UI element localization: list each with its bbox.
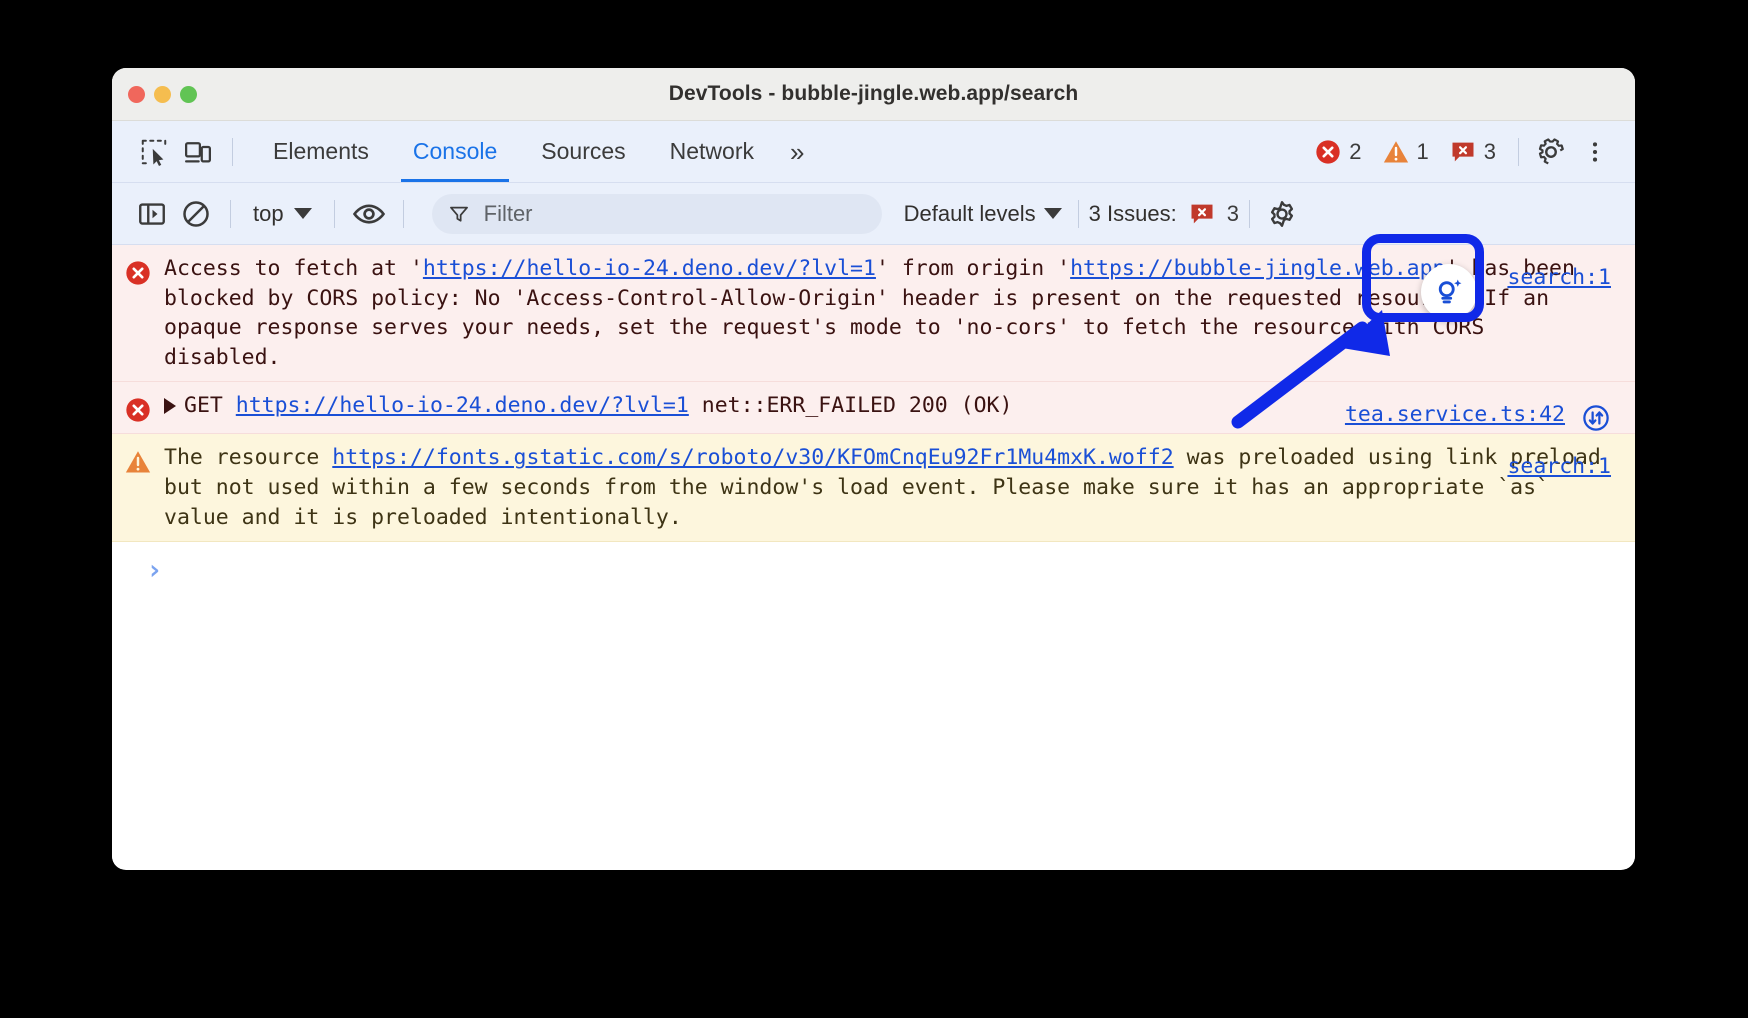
message-part-status: net::ERR_FAILED 200 (OK) bbox=[689, 393, 1013, 418]
issues-link[interactable]: 3 Issues: 3 bbox=[1089, 200, 1239, 228]
tab-network-label: Network bbox=[670, 138, 754, 165]
close-window-button[interactable] bbox=[128, 86, 145, 103]
issue-badge-icon bbox=[1449, 138, 1477, 166]
execution-context-selector[interactable]: top bbox=[243, 197, 322, 231]
issue-counters: 2 1 3 bbox=[1308, 138, 1502, 166]
ai-explain-error-button[interactable] bbox=[1421, 264, 1477, 320]
error-circle-icon bbox=[124, 396, 152, 424]
console-settings-gear-icon bbox=[1267, 199, 1297, 229]
message-level-icon-wrap bbox=[112, 443, 164, 532]
filter-icon bbox=[448, 202, 470, 226]
console-sidebar-icon bbox=[137, 199, 167, 229]
tab-console-label: Console bbox=[413, 138, 497, 165]
console-prompt[interactable]: › bbox=[112, 542, 1635, 584]
issues-count: 3 bbox=[1484, 139, 1496, 165]
network-request-icon bbox=[1581, 403, 1611, 433]
issues-counter[interactable]: 3 bbox=[1443, 138, 1502, 166]
message-level-icon-wrap bbox=[112, 254, 164, 372]
inspect-element-button[interactable] bbox=[132, 130, 176, 174]
kebab-menu-icon bbox=[1582, 139, 1608, 165]
tab-elements-label: Elements bbox=[273, 138, 369, 165]
message-part-text-1: Access to fetch at ' bbox=[164, 256, 423, 281]
zoom-window-button[interactable] bbox=[180, 86, 197, 103]
error-counter[interactable]: 2 bbox=[1308, 138, 1367, 166]
window-traffic-lights bbox=[128, 68, 197, 121]
ai-lightbulb-sparkle-icon bbox=[1432, 275, 1466, 309]
message-source-link[interactable]: tea.service.ts:42 bbox=[1345, 400, 1565, 430]
execution-context-label: top bbox=[253, 201, 284, 227]
chevron-down-icon bbox=[1044, 208, 1062, 219]
error-count: 2 bbox=[1349, 139, 1361, 165]
console-settings-button[interactable] bbox=[1260, 192, 1304, 236]
message-part-method: GET bbox=[184, 393, 236, 418]
message-level-icon-wrap bbox=[112, 391, 164, 424]
toolbar-divider-2 bbox=[1518, 138, 1519, 166]
prompt-chevron-icon: › bbox=[146, 556, 163, 584]
gear-icon bbox=[1536, 137, 1566, 167]
devtools-settings-button[interactable] bbox=[1529, 130, 1573, 174]
minimize-window-button[interactable] bbox=[154, 86, 171, 103]
tab-console[interactable]: Console bbox=[391, 121, 519, 182]
error-circle-icon bbox=[124, 259, 152, 287]
window-title: DevTools - bubble-jingle.web.app/search bbox=[112, 82, 1635, 106]
issues-badge-count: 3 bbox=[1227, 201, 1239, 227]
issues-label: 3 Issues: bbox=[1089, 201, 1177, 227]
clear-console-icon bbox=[181, 199, 211, 229]
error-circle-icon bbox=[1314, 138, 1342, 166]
toolbar-divider bbox=[232, 138, 233, 166]
message-text: GET https://hello-io-24.deno.dev/?lvl=1 … bbox=[164, 391, 1625, 424]
more-tabs-button[interactable]: » bbox=[776, 139, 818, 165]
message-part-text-2: ' from origin ' bbox=[876, 256, 1070, 281]
warning-triangle-icon bbox=[1382, 138, 1410, 166]
message-text: The resource https://fonts.gstatic.com/s… bbox=[164, 443, 1625, 532]
panel-tabs: Elements Console Sources Network » bbox=[251, 121, 818, 182]
tab-sources[interactable]: Sources bbox=[519, 121, 647, 182]
devtools-tab-bar: Elements Console Sources Network » bbox=[112, 121, 1635, 183]
console-toolbar-divider-4 bbox=[1078, 200, 1079, 228]
tab-elements[interactable]: Elements bbox=[251, 121, 391, 182]
devtools-more-options-button[interactable] bbox=[1573, 130, 1617, 174]
message-source-link[interactable]: search:1 bbox=[1507, 452, 1611, 482]
network-request-button[interactable] bbox=[1581, 403, 1611, 433]
message-link-font-url[interactable]: https://fonts.gstatic.com/s/roboto/v30/K… bbox=[332, 445, 1173, 470]
issue-badge-icon bbox=[1188, 200, 1216, 228]
console-toolbar: top Default levels bbox=[112, 183, 1635, 245]
message-source-link[interactable]: search:1 bbox=[1507, 263, 1611, 293]
screenshot-root: DevTools - bubble-jingle.web.app/search bbox=[0, 0, 1748, 1018]
window-title-bar: DevTools - bubble-jingle.web.app/search bbox=[112, 68, 1635, 121]
console-output[interactable]: Access to fetch at 'https://hello-io-24.… bbox=[112, 245, 1635, 869]
filter-field[interactable] bbox=[432, 194, 882, 234]
console-message-error-cors[interactable]: Access to fetch at 'https://hello-io-24.… bbox=[112, 245, 1635, 382]
expand-triangle-icon[interactable] bbox=[164, 398, 176, 414]
console-toolbar-divider-5 bbox=[1249, 200, 1250, 228]
warning-counter[interactable]: 1 bbox=[1376, 138, 1435, 166]
device-toolbar-icon bbox=[183, 137, 213, 167]
log-levels-label: Default levels bbox=[904, 201, 1036, 227]
message-text: Access to fetch at 'https://hello-io-24.… bbox=[164, 254, 1625, 372]
tab-sources-label: Sources bbox=[541, 138, 625, 165]
message-link-request-url[interactable]: https://hello-io-24.deno.dev/?lvl=1 bbox=[236, 393, 689, 418]
console-message-error-get[interactable]: GET https://hello-io-24.deno.dev/?lvl=1 … bbox=[112, 382, 1635, 434]
console-toolbar-divider-3 bbox=[403, 200, 404, 228]
devtools-window: DevTools - bubble-jingle.web.app/search bbox=[112, 68, 1635, 870]
device-toolbar-button[interactable] bbox=[176, 130, 220, 174]
message-link-request-url[interactable]: https://hello-io-24.deno.dev/?lvl=1 bbox=[423, 256, 876, 281]
console-toolbar-divider-1 bbox=[230, 200, 231, 228]
filter-input[interactable] bbox=[482, 200, 866, 228]
console-message-warning-preload[interactable]: The resource https://fonts.gstatic.com/s… bbox=[112, 434, 1635, 542]
message-link-origin-url[interactable]: https://bubble-jingle.web.app bbox=[1070, 256, 1445, 281]
live-expression-icon bbox=[352, 197, 386, 231]
chevron-down-icon bbox=[294, 208, 312, 219]
tab-network[interactable]: Network bbox=[648, 121, 776, 182]
log-levels-selector[interactable]: Default levels bbox=[898, 197, 1068, 231]
console-sidebar-toggle[interactable] bbox=[130, 192, 174, 236]
console-toolbar-divider-2 bbox=[334, 200, 335, 228]
warning-count: 1 bbox=[1417, 139, 1429, 165]
message-part-text-1: The resource bbox=[164, 445, 332, 470]
warning-triangle-icon bbox=[124, 448, 152, 476]
clear-console-button[interactable] bbox=[174, 192, 218, 236]
live-expression-button[interactable] bbox=[347, 192, 391, 236]
inspect-element-icon bbox=[139, 137, 169, 167]
